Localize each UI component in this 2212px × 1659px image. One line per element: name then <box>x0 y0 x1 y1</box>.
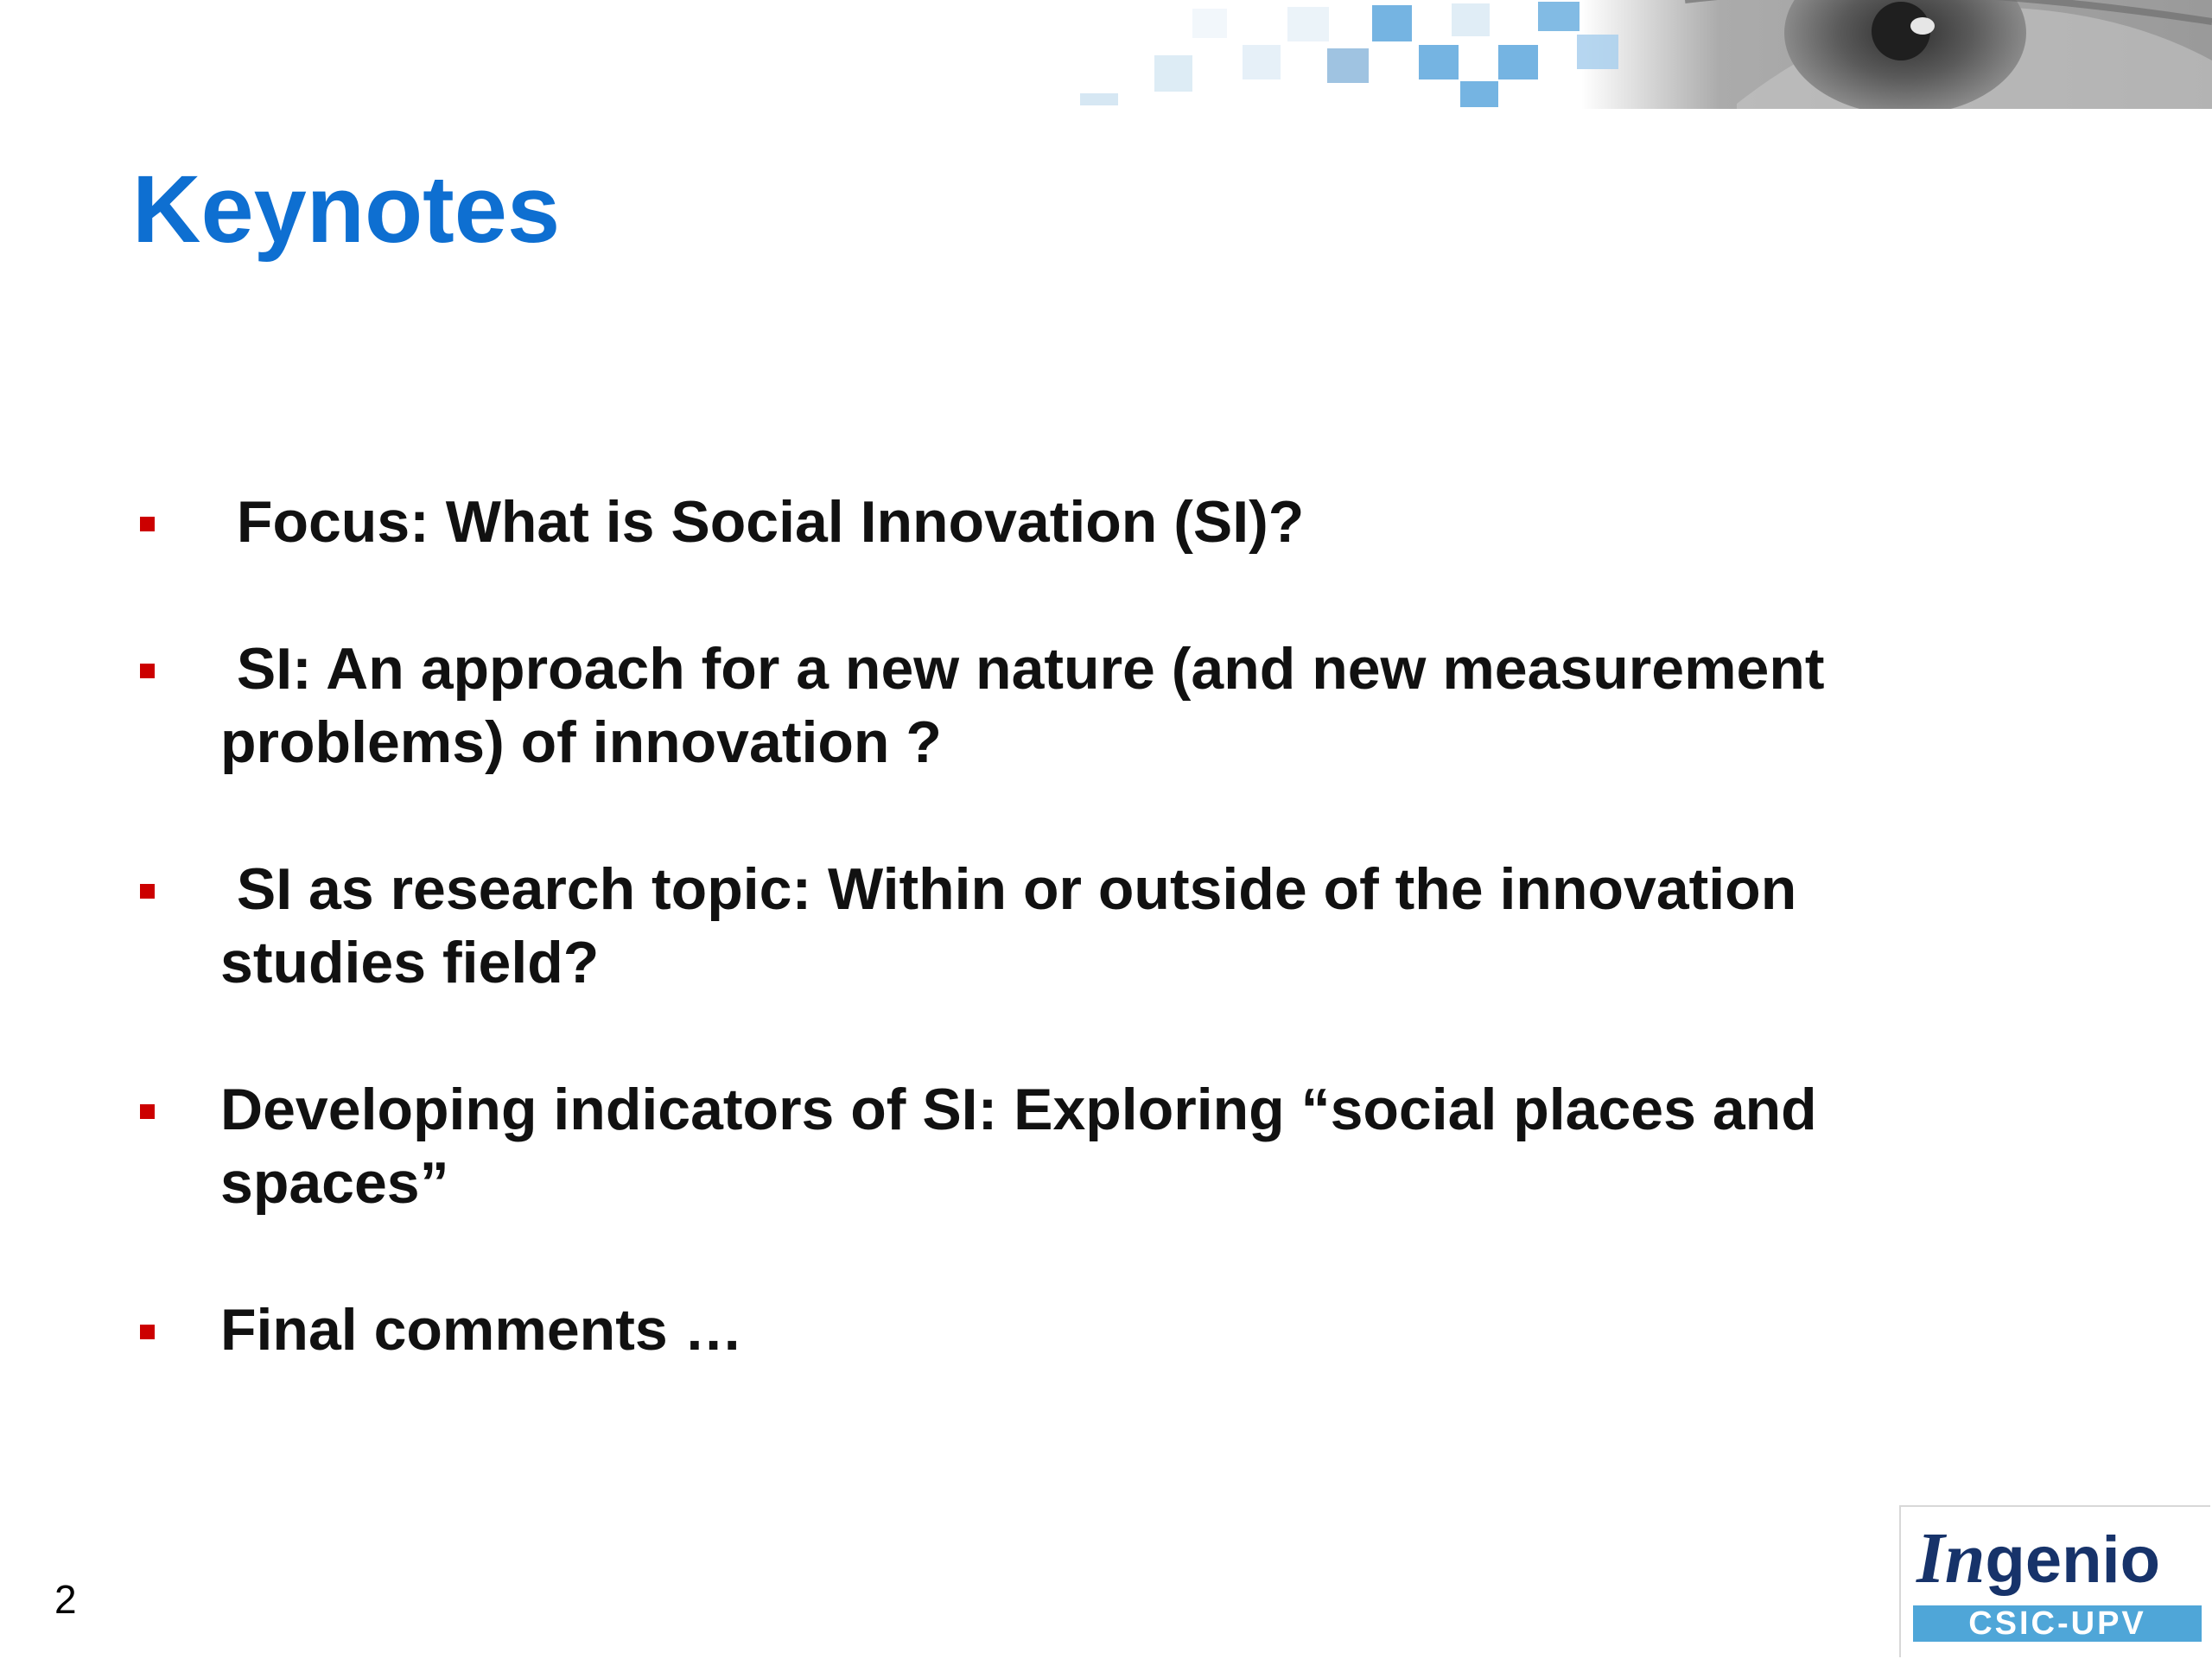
slide: Keynotes Focus: What is Social Innovatio… <box>0 0 2212 1659</box>
ingenio-logo: Ingenio CSIC-UPV <box>1899 1505 2210 1657</box>
bullet-text: SI as research topic: Within or outside … <box>220 856 1814 995</box>
bullet-text: Final comments … <box>220 1297 743 1363</box>
bullet-item: Final comments … <box>138 1294 1996 1367</box>
bullet-item: Focus: What is Social Innovation (SI)? <box>138 486 1996 559</box>
bullet-list: Focus: What is Social Innovation (SI)? S… <box>138 486 1996 1440</box>
square-bullet-icon <box>140 1325 155 1339</box>
square-bullet-icon <box>140 664 155 678</box>
logo-subtitle: CSIC-UPV <box>1913 1605 2202 1642</box>
bullet-text: Developing indicators of SI: Exploring “… <box>220 1077 1834 1216</box>
slide-title: Keynotes <box>132 156 561 263</box>
eye-banner-icon <box>1080 0 2212 109</box>
bullet-text: SI: An approach for a new nature (and ne… <box>220 636 1841 775</box>
bullet-item: Developing indicators of SI: Exploring “… <box>138 1073 1996 1220</box>
square-bullet-icon <box>140 1104 155 1119</box>
page-number: 2 <box>54 1577 77 1622</box>
bullet-item: SI as research topic: Within or outside … <box>138 853 1996 1000</box>
bullet-item: SI: An approach for a new nature (and ne… <box>138 632 1996 779</box>
square-bullet-icon <box>140 884 155 899</box>
logo-wordmark: Ingenio <box>1916 1518 2161 1599</box>
bullet-text: Focus: What is Social Innovation (SI)? <box>220 489 1305 555</box>
square-bullet-icon <box>140 517 155 531</box>
